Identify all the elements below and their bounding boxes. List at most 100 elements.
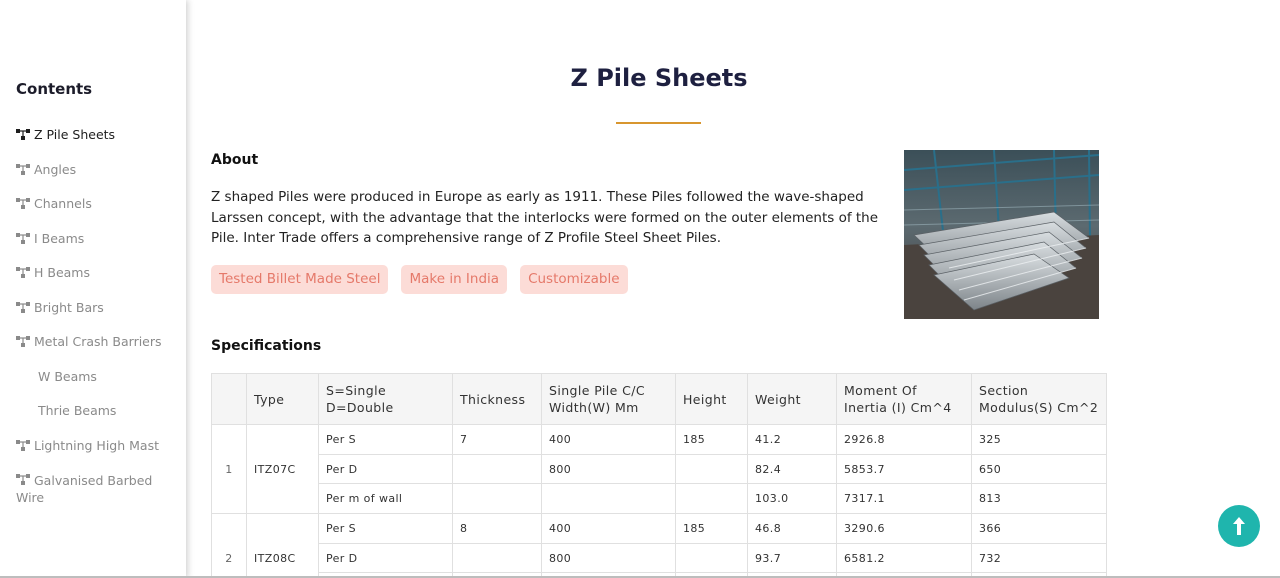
sidebar-item-label: Lightning High Mast xyxy=(34,437,159,453)
table-cell: 650 xyxy=(971,453,1107,485)
sidebar-item-metal-crash-barriers[interactable]: Metal Crash Barriers xyxy=(16,333,181,368)
table-cell: 800 xyxy=(541,542,676,574)
table-cell: 103.0 xyxy=(747,483,837,515)
sidebar-item-label: Channels xyxy=(34,196,92,211)
feature-tag: Tested Billet Made Steel xyxy=(211,265,389,294)
table-row: Per m of wall 103.0 7317.1 813 xyxy=(212,483,1107,515)
contents-nav: Z Pile Sheets Angles Channels I Beams H Beam… xyxy=(16,126,181,511)
sidebar-item-h-beams[interactable]: H Beams xyxy=(16,264,181,299)
table-cell: 325 xyxy=(971,424,1107,455)
hierarchy-icon xyxy=(16,163,30,175)
table-cell: 400 xyxy=(541,424,676,455)
column-header: Thickness xyxy=(452,373,542,425)
table-cell: Per S xyxy=(318,513,453,544)
table-cell: 3290.6 xyxy=(836,513,972,544)
table-cell: 82.4 xyxy=(747,453,837,485)
table-cell: 2926.8 xyxy=(836,424,972,455)
about-text: Z shaped Piles were produced in Europe a… xyxy=(211,189,879,246)
table-cell xyxy=(452,453,542,485)
table-cell: Per S xyxy=(318,424,453,455)
hierarchy-icon xyxy=(16,232,30,244)
column-header: Moment Of Inertia (I) Cm^4 xyxy=(836,373,972,425)
table-cell: Per D xyxy=(318,542,453,574)
hierarchy-icon xyxy=(16,301,30,313)
sidebar: Contents Z Pile Sheets Angles Channels I Be… xyxy=(0,0,186,578)
title-underline xyxy=(616,122,701,124)
sidebar-item-label: Metal Crash Barriers xyxy=(34,334,162,349)
row-index-cell: 2 xyxy=(211,513,247,578)
table-row: 2 ITZ08C Per S 8 400 185 46.8 3290.6 366 xyxy=(211,513,1107,578)
table-cell xyxy=(452,483,542,515)
z-pile-sheets-photo xyxy=(904,150,1099,319)
hierarchy-icon xyxy=(16,473,30,485)
column-header: Weight xyxy=(747,373,837,425)
table-cell: 41.2 xyxy=(747,424,837,455)
table-cell: 7 xyxy=(452,424,542,455)
table-cell: Per m of wall xyxy=(318,483,453,515)
table-cell xyxy=(541,483,676,515)
column-header: Type xyxy=(246,373,319,425)
table-cell: 5853.7 xyxy=(836,453,972,485)
sidebar-item-label: H Beams xyxy=(34,265,90,280)
table-cell: 8 xyxy=(452,513,542,544)
sidebar-item-label: I Beams xyxy=(34,230,85,246)
sidebar-item-label: Thrie Beams xyxy=(38,403,117,418)
hierarchy-icon xyxy=(16,197,30,209)
main-content: Z Pile Sheets About Z shaped Piles were … xyxy=(186,0,1280,578)
table-cell: 46.8 xyxy=(747,513,837,544)
type-cell: ITZ07C xyxy=(246,423,319,515)
table-cell xyxy=(452,542,542,574)
sidebar-item-z-pile-sheets[interactable]: Z Pile Sheets xyxy=(16,126,181,161)
row-index-cell: 1 xyxy=(211,423,247,515)
column-header: S=Single D=Double xyxy=(318,373,453,425)
hierarchy-icon xyxy=(16,266,30,278)
about-heading: About xyxy=(211,152,259,168)
table-cell xyxy=(675,483,748,515)
sidebar-item-w-beams[interactable]: W Beams xyxy=(16,368,181,403)
sidebar-item-label: Angles xyxy=(34,161,77,177)
sidebar-item-galvanised-barbed-wire[interactable]: Galvanised Barbed Wire xyxy=(16,471,181,511)
column-header: Height xyxy=(675,373,748,425)
table-row: Per D 800 82.4 5853.7 650 xyxy=(212,453,1107,485)
table-cell: 185 xyxy=(675,513,748,544)
table-cell: 185 xyxy=(675,424,748,455)
table-cell: 7317.1 xyxy=(836,483,972,515)
table-row: Per D 800 93.7 6581.2 732 xyxy=(212,542,1107,574)
sidebar-item-channels[interactable]: Channels xyxy=(16,195,181,230)
type-cell: ITZ08C xyxy=(246,513,319,578)
sidebar-item-lightning-high-mast[interactable]: Lightning High Mast xyxy=(16,437,181,472)
hierarchy-icon xyxy=(16,128,30,140)
scroll-to-top-button[interactable] xyxy=(1218,505,1260,547)
table-cell xyxy=(675,453,748,485)
column-header: Single Pile C/C Width(W) Mm xyxy=(541,373,676,425)
feature-tags: Tested Billet Made Steel Make in India Cus… xyxy=(211,265,628,294)
sidebar-item-thrie-beams[interactable]: Thrie Beams xyxy=(16,402,181,437)
sidebar-item-bright-bars[interactable]: Bright Bars xyxy=(16,299,181,334)
table-cell: 800 xyxy=(541,453,676,485)
table-row: 1 ITZ07C Per S 7 400 185 41.2 2926.8 325 xyxy=(211,423,1107,515)
specifications-heading: Specifications xyxy=(211,338,322,354)
table-cell: 6581.2 xyxy=(836,542,972,574)
sidebar-title: Contents xyxy=(16,80,93,98)
table-cell: 813 xyxy=(971,483,1107,515)
table-cell: 93.7 xyxy=(747,542,837,574)
table-cell xyxy=(675,542,748,574)
sidebar-item-i-beams[interactable]: I Beams xyxy=(16,230,181,265)
sidebar-item-angles[interactable]: Angles xyxy=(16,161,181,196)
column-header: Section Modulus(S) Cm^2 xyxy=(971,373,1107,425)
feature-tag: Customizable xyxy=(520,265,628,294)
sidebar-item-label: Galvanised Barbed Wire xyxy=(16,473,153,505)
table-cell: Per D xyxy=(318,453,453,485)
page-title: Z Pile Sheets xyxy=(570,64,748,92)
table-header-row: Type S=Single D=Double Thickness Single Pil… xyxy=(211,373,1107,425)
arrow-up-icon xyxy=(1233,517,1245,535)
column-header xyxy=(211,373,247,425)
hierarchy-icon xyxy=(16,335,30,347)
sidebar-item-label: W Beams xyxy=(38,368,97,384)
specifications-table: Type S=Single D=Double Thickness Single Pil… xyxy=(211,373,1107,578)
sidebar-item-label: Bright Bars xyxy=(34,299,104,315)
table-cell: 366 xyxy=(971,513,1107,544)
hierarchy-icon xyxy=(16,439,30,451)
feature-tag: Make in India xyxy=(401,265,508,294)
table-cell: 400 xyxy=(541,513,676,544)
